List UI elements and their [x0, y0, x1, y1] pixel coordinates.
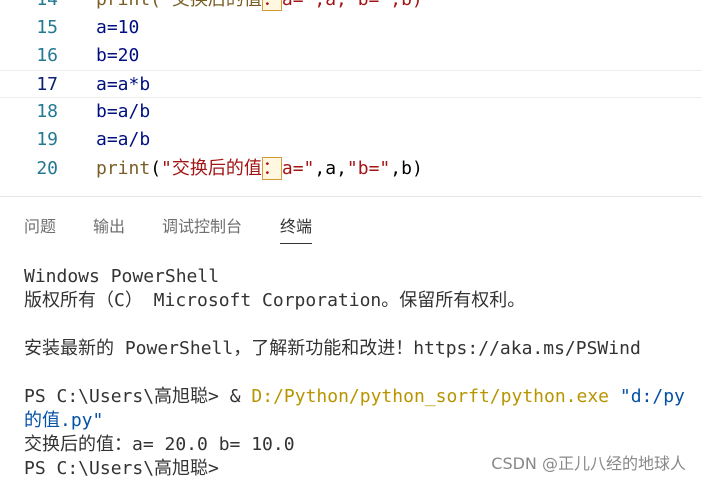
highlighted-char: ：: [261, 157, 282, 180]
code-text: b=20: [96, 45, 140, 66]
line-number: 16: [36, 45, 58, 66]
code-line-16[interactable]: 16 b=20: [0, 42, 702, 70]
line-number: 15: [36, 17, 58, 38]
script-path-arg: "d:/py: [619, 386, 685, 407]
code-text: b=a/b: [96, 101, 151, 122]
tab-output[interactable]: 输出: [93, 213, 125, 243]
line-number: 17: [36, 74, 58, 95]
script-path-arg-cont: 的值.py": [24, 410, 104, 431]
line-number: 20: [36, 158, 58, 179]
line-number: 14: [0, 0, 58, 14]
watermark: CSDN @正儿八经的地球人: [491, 454, 686, 473]
code-fragment: ,b): [390, 158, 423, 179]
paren: (: [150, 158, 162, 179]
code-text: print("交换后的值：a=",a,"b=",b): [96, 155, 423, 183]
tab-problems[interactable]: 问题: [24, 213, 56, 243]
code-fragment: print("交换后的值: [96, 0, 262, 10]
code-text: a=10: [96, 17, 140, 38]
code-line-20[interactable]: 20 print("交换后的值：a=",a,"b=",b): [0, 155, 702, 183]
terminal-prompt: PS C:\Users\高旭聪> &: [24, 386, 252, 407]
string-literal: "交换后的值: [161, 158, 262, 179]
code-text: a=a/b: [96, 129, 151, 150]
code-line-18[interactable]: 18 b=a/b: [0, 98, 702, 126]
panel-tabs: 问题 输出 调试控制台 终端: [0, 205, 702, 245]
code-line-15[interactable]: 15 a=10: [0, 14, 702, 42]
code-fragment: ,a,: [314, 158, 347, 179]
string-literal: a=": [281, 158, 315, 179]
code-text: print("交换后的值：a=",a,"b=",b): [96, 0, 423, 14]
tab-debug-console[interactable]: 调试控制台: [162, 213, 242, 243]
string-literal: "b=": [346, 158, 391, 179]
code-editor[interactable]: 14 print("交换后的值：a=",a,"b=",b) 15 a=10 16…: [0, 0, 702, 196]
terminal-line: 版权所有（C） Microsoft Corporation。保留所有权利。: [24, 290, 526, 311]
terminal-line: Windows PowerShell: [24, 266, 220, 287]
panel-divider: [0, 196, 702, 197]
code-fragment: a=",a,"b=",b): [282, 0, 423, 10]
python-exe-path: D:/Python/python_sorft/python.exe: [251, 386, 610, 407]
code-text: a=a*b: [96, 74, 151, 95]
code-line-19[interactable]: 19 a=a/b: [0, 126, 702, 154]
code-line-17[interactable]: 17 a=a*b: [0, 70, 702, 98]
highlighted-char: ：: [261, 0, 282, 11]
terminal-prompt: PS C:\Users\高旭聪>: [24, 458, 219, 479]
terminal-line: 安装最新的 PowerShell，了解新功能和改进！https://aka.ms…: [24, 338, 641, 359]
code-line-14[interactable]: 14 print("交换后的值：a=",a,"b=",b): [0, 0, 702, 14]
line-number: 19: [36, 129, 58, 150]
terminal-output[interactable]: Windows PowerShell 版权所有（C） Microsoft Cor…: [24, 265, 685, 481]
tab-terminal[interactable]: 终端: [280, 213, 313, 244]
line-number: 18: [36, 101, 58, 122]
function-name: print: [96, 158, 151, 179]
program-output: 交换后的值：a= 20.0 b= 10.0: [24, 434, 295, 455]
